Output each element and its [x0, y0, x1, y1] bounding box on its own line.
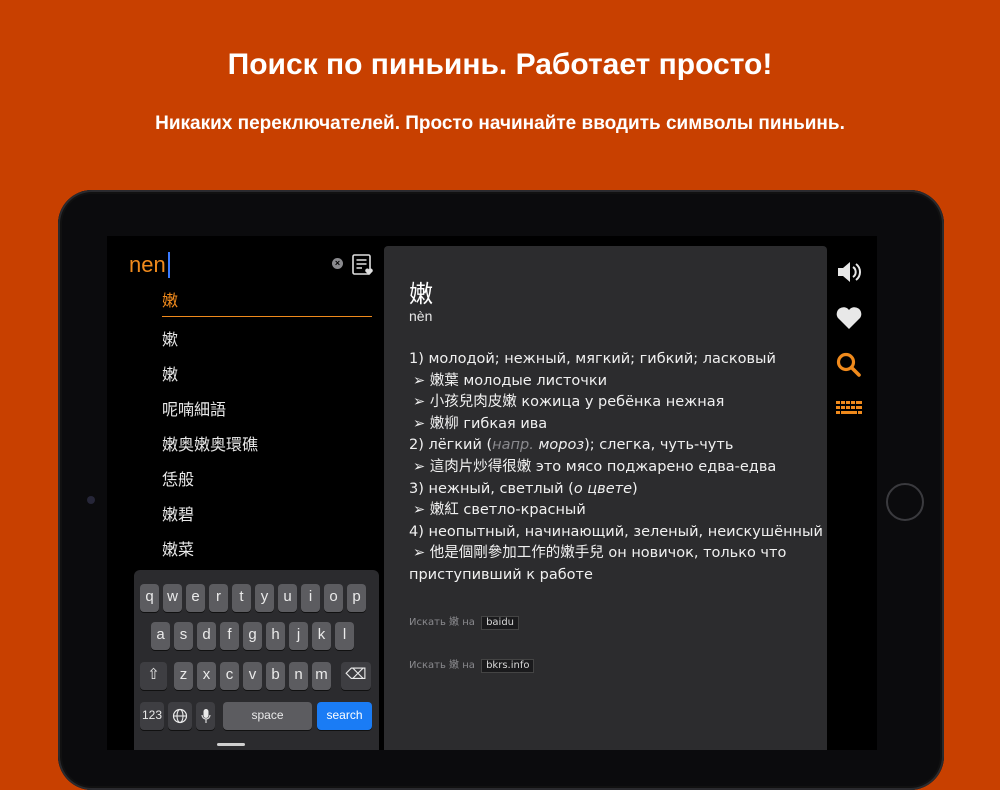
- result-item[interactable]: 嫰: [162, 322, 372, 357]
- key-b[interactable]: b: [266, 662, 285, 690]
- definition-line: 1) молодой; нежный, мягкий; гибкий; ласк…: [409, 351, 776, 367]
- key-z[interactable]: z: [174, 662, 193, 690]
- results-list: 嫩 嫰 嫩 呢喃細語 嫩奥嫩奥環礁 恁般 嫩碧 嫩菜: [162, 286, 372, 567]
- favorites-list-icon[interactable]: [351, 253, 375, 277]
- definition-text: 3) нежный, светлый (: [409, 480, 574, 497]
- key-p[interactable]: p: [347, 584, 366, 612]
- example-line[interactable]: ➢ 小孩兒肉皮嫩 кожица у ребёнка нежная: [409, 392, 809, 414]
- search-link-prefix: Искать 嫩 на: [409, 617, 475, 628]
- entry-detail-panel: 嫩 nèn 1) молодой; нежный, мягкий; гибкий…: [384, 246, 827, 750]
- definition-line: 2) лёгкий (напр. мороз); слегка, чуть-чу…: [409, 435, 809, 457]
- result-item[interactable]: 呢喃細語: [162, 392, 372, 427]
- key-c[interactable]: c: [220, 662, 239, 690]
- key-w[interactable]: w: [163, 584, 182, 612]
- definition-note: мороз: [533, 437, 585, 454]
- text-caret: [168, 252, 170, 278]
- search-input[interactable]: nen: [129, 252, 166, 278]
- key-v[interactable]: v: [243, 662, 262, 690]
- entry-pinyin: nèn: [409, 308, 433, 324]
- definition-text: ): [632, 480, 638, 497]
- example-line[interactable]: ➢ 嫩柳 гибкая ива: [409, 414, 809, 436]
- search-key[interactable]: search: [317, 702, 372, 730]
- key-y[interactable]: y: [255, 584, 274, 612]
- key-t[interactable]: t: [232, 584, 251, 612]
- example-line[interactable]: ➢ 這肉片炒得很嫩 это мясо поджарено едва-едва: [409, 457, 809, 479]
- key-l[interactable]: l: [335, 622, 354, 650]
- key-d[interactable]: d: [197, 622, 216, 650]
- key-a[interactable]: a: [151, 622, 170, 650]
- search-link-row: Искать 嫩 на baidu: [409, 613, 520, 630]
- result-item[interactable]: 嫩: [162, 286, 372, 317]
- key-g[interactable]: g: [243, 622, 262, 650]
- clear-icon[interactable]: ×: [332, 258, 343, 269]
- app-screen: nen × 嫩 嫰 嫩 呢喃細語 嫩奥嫩奥環礁 恁般 嫩碧 嫩菜 q w e r…: [107, 236, 877, 750]
- key-m[interactable]: m: [312, 662, 331, 690]
- search-link-row: Искать 嫩 на bkrs.info: [409, 656, 535, 673]
- entry-character: 嫩: [409, 280, 433, 308]
- key-e[interactable]: e: [186, 584, 205, 612]
- promo-subline: Никаких переключателей. Просто начинайте…: [155, 113, 845, 134]
- example-line-continued: приступивший к работе: [409, 566, 593, 583]
- heart-icon[interactable]: [834, 303, 864, 333]
- result-item[interactable]: 嫩菜: [162, 532, 372, 567]
- globe-icon[interactable]: [168, 702, 192, 730]
- definition-line: 3) нежный, светлый (о цвете): [409, 479, 809, 501]
- example-line[interactable]: ➢ 嫩紅 светло-красный: [409, 500, 809, 522]
- promo-headline: Поиск по пиньинь. Работает просто!: [227, 48, 773, 81]
- result-item[interactable]: 恁般: [162, 462, 372, 497]
- key-x[interactable]: x: [197, 662, 216, 690]
- backspace-icon[interactable]: ⌫: [341, 662, 371, 690]
- entry-definitions: 1) молодой; нежный, мягкий; гибкий; ласк…: [409, 349, 823, 587]
- definition-line: 4) неопытный, начинающий, зеленый, неиск…: [409, 523, 823, 540]
- result-item[interactable]: 嫩: [162, 357, 372, 392]
- definition-text: ); слегка, чуть-чуть: [584, 437, 734, 454]
- example-line[interactable]: ➢ 嫩葉 молодые листочки: [409, 371, 809, 393]
- front-camera: [87, 496, 95, 504]
- example-line[interactable]: ➢ 他是個剛參加工作的嫩手兒 он новичок, только что: [409, 543, 809, 565]
- key-r[interactable]: r: [209, 584, 228, 612]
- numbers-key[interactable]: 123: [140, 702, 164, 730]
- result-item[interactable]: 嫩奥嫩奥環礁: [162, 427, 372, 462]
- home-indicator: [217, 743, 245, 746]
- speaker-icon[interactable]: [834, 257, 864, 287]
- key-f[interactable]: f: [220, 622, 239, 650]
- keyboard-icon[interactable]: [834, 393, 864, 423]
- bkrs-link[interactable]: bkrs.info: [481, 659, 535, 673]
- search-link-prefix: Искать 嫩 на: [409, 660, 475, 671]
- key-o[interactable]: o: [324, 584, 343, 612]
- shift-icon[interactable]: ⇧: [140, 662, 167, 690]
- key-q[interactable]: q: [140, 584, 159, 612]
- definition-text: 2) лёгкий (: [409, 437, 493, 454]
- baidu-link[interactable]: baidu: [481, 616, 520, 630]
- result-item[interactable]: 嫩碧: [162, 497, 372, 532]
- on-screen-keyboard: q w e r t y u i o p a s d f g h j k l ⇧ …: [134, 570, 379, 750]
- home-button[interactable]: [886, 483, 924, 521]
- key-j[interactable]: j: [289, 622, 308, 650]
- key-i[interactable]: i: [301, 584, 320, 612]
- key-h[interactable]: h: [266, 622, 285, 650]
- key-u[interactable]: u: [278, 584, 297, 612]
- key-n[interactable]: n: [289, 662, 308, 690]
- search-icon[interactable]: [834, 350, 864, 380]
- definition-note: напр.: [492, 437, 534, 454]
- space-key[interactable]: space: [223, 702, 312, 730]
- microphone-icon[interactable]: [196, 702, 215, 730]
- key-k[interactable]: k: [312, 622, 331, 650]
- key-s[interactable]: s: [174, 622, 193, 650]
- definition-note: о цвете: [573, 480, 633, 497]
